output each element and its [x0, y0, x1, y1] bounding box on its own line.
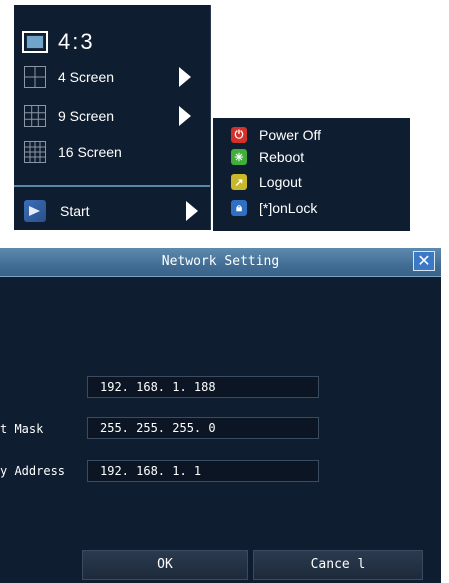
power-submenu: ⏻ Power Off ✳ Reboot ↗ Logout 🔒︎ [*]onLo… — [213, 118, 410, 231]
menu-item-label: 9 Screen — [58, 108, 115, 124]
menu-item-logout[interactable]: ↗ Logout — [213, 171, 410, 193]
menu-item-16-screen[interactable]: 16 Screen — [14, 137, 210, 167]
gateway-address-label: y Address — [0, 464, 66, 478]
menu-item-4-screen[interactable]: 4 Screen — [14, 62, 210, 92]
grid-2x2-icon — [24, 66, 46, 88]
close-button[interactable]: ✕ — [413, 251, 435, 271]
menu-item-power-off[interactable]: ⏻ Power Off — [213, 124, 410, 146]
aspect-ratio-item[interactable]: 4:3 — [14, 27, 210, 57]
cancel-button[interactable]: Cance l — [253, 550, 423, 580]
subnet-mask-field[interactable]: 255. 255. 255. 0 — [87, 417, 319, 439]
close-icon: ✕ — [417, 253, 431, 270]
menu-item-label: [*]onLock — [259, 200, 318, 216]
submenu-arrow-icon — [186, 201, 198, 221]
start-menu: 4:3 4 Screen 9 Screen 16 Screen Start — [14, 5, 211, 230]
subnet-mask-label: t Mask — [0, 422, 44, 436]
menu-item-label: Logout — [259, 174, 302, 190]
gateway-address-field[interactable]: 192. 168. 1. 1 — [87, 460, 319, 482]
reboot-icon: ✳ — [231, 149, 247, 165]
submenu-arrow-icon — [179, 106, 191, 126]
menu-item-label: 4 Screen — [58, 69, 115, 85]
start-label: Start — [60, 203, 90, 219]
menu-item-lock[interactable]: 🔒︎ [*]onLock — [213, 197, 410, 219]
dialog-title-bar: Network Setting ✕ — [0, 248, 441, 277]
grid-3x3-icon — [24, 105, 46, 127]
lock-icon: 🔒︎ — [231, 200, 247, 216]
network-setting-dialog: Network Setting ✕ 192. 168. 1. 188 t Mas… — [0, 248, 441, 583]
aspect-ratio-label: 4:3 — [58, 29, 95, 54]
menu-item-label: Reboot — [259, 149, 305, 165]
menu-item-label: Power Off — [259, 127, 321, 143]
menu-divider — [14, 185, 210, 187]
submenu-arrow-icon — [179, 67, 191, 87]
dialog-title: Network Setting — [161, 254, 280, 269]
start-icon — [24, 200, 46, 222]
start-button[interactable]: Start — [14, 195, 210, 227]
grid-4x4-icon — [24, 141, 46, 163]
aspect-ratio-icon — [22, 31, 48, 53]
power-icon: ⏻ — [231, 127, 247, 143]
menu-item-reboot[interactable]: ✳ Reboot — [213, 146, 410, 168]
ip-address-field[interactable]: 192. 168. 1. 188 — [87, 376, 319, 398]
menu-item-9-screen[interactable]: 9 Screen — [14, 101, 210, 131]
logout-icon: ↗ — [231, 174, 247, 190]
ok-button[interactable]: OK — [82, 550, 248, 580]
menu-item-label: 16 Screen — [58, 144, 122, 160]
